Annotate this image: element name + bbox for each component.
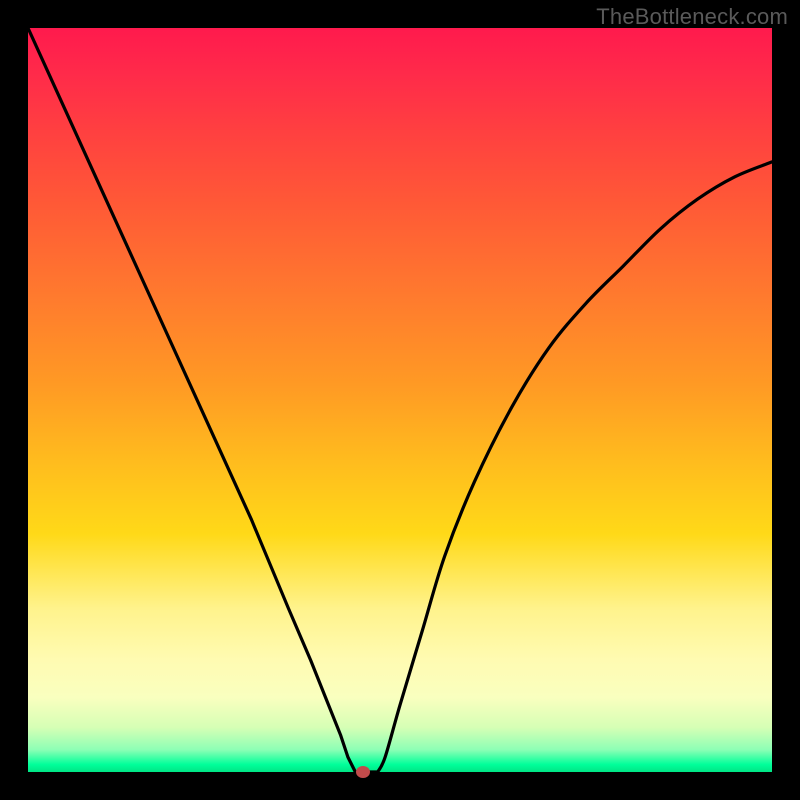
bottleneck-curve <box>28 28 772 772</box>
watermark-text: TheBottleneck.com <box>596 4 788 30</box>
chart-frame: TheBottleneck.com <box>0 0 800 800</box>
optimum-marker <box>356 766 370 778</box>
plot-area <box>28 28 772 772</box>
